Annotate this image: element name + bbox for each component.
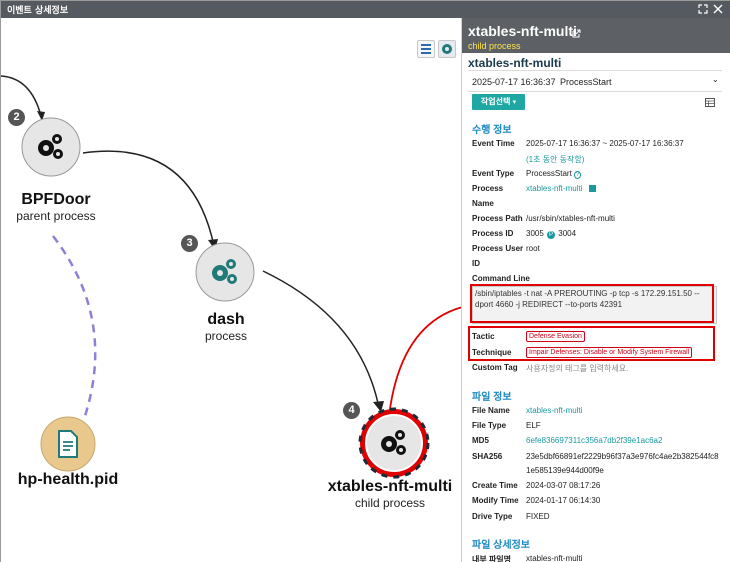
node-name: xtables-nft-multi xyxy=(327,478,453,495)
node-dash[interactable]: dash process xyxy=(176,311,276,343)
event-detail-window: 이벤트 상세정보 2 3 4 BPFDoor parent process da… xyxy=(0,0,730,562)
pid-value: 3005 xyxy=(526,229,544,238)
list-icon xyxy=(421,44,431,54)
node-name: hp-health.pid xyxy=(17,471,119,488)
highlight-tactic-technique xyxy=(468,326,715,361)
label-process-path: Process Path xyxy=(472,214,523,223)
value-process-user: root xyxy=(526,244,540,253)
label-event-time: Event Time xyxy=(472,139,515,148)
settings-button[interactable] xyxy=(438,40,456,58)
node-order-badge: 3 xyxy=(181,235,198,252)
process-link[interactable]: xtables-nft-multi xyxy=(526,184,582,193)
panel-heading: xtables-nft-multi xyxy=(468,56,562,70)
node-xtables-nft-multi[interactable]: xtables-nft-multi child process xyxy=(319,478,461,510)
highlight-command-line xyxy=(470,284,714,323)
value-process[interactable]: xtables-nft-multi xyxy=(526,184,596,193)
custom-tag-input[interactable]: 사용자정의 태그를 입력하세요. xyxy=(526,363,628,374)
work-select-button[interactable]: 작업선택 ▾ xyxy=(472,94,525,110)
event-select[interactable]: 2025-07-17 16:36:37 ProcessStart ⌄ xyxy=(468,73,722,91)
node-name: dash xyxy=(207,311,245,328)
value-process-path: /usr/sbin/xtables-nft-multi xyxy=(526,214,615,223)
parent-pid-icon: P xyxy=(547,231,556,239)
label-internal-name: 내부 파일명 xyxy=(472,555,512,562)
event-select-type: ProcessStart xyxy=(560,77,612,87)
event-type-text: ProcessStart xyxy=(526,169,572,178)
value-file-type: ELF xyxy=(526,421,541,430)
label-modify-time: Modify Time xyxy=(472,496,519,505)
ppid-value: 3004 xyxy=(558,229,577,238)
label-process: Process xyxy=(472,184,504,193)
value-file-name[interactable]: xtables-nft-multi xyxy=(526,406,582,415)
list-view-button[interactable] xyxy=(417,40,435,58)
close-icon[interactable] xyxy=(713,4,723,14)
node-role: parent process xyxy=(16,209,96,223)
node-role: child process xyxy=(354,496,426,510)
node-role: process xyxy=(204,329,248,343)
work-select-label: 작업선택 xyxy=(480,97,511,106)
node-name: BPFDoor xyxy=(21,191,91,208)
help-icon[interactable]: ? xyxy=(574,171,582,179)
section-title-file: 파일 정보 xyxy=(472,392,512,403)
label-name: Name xyxy=(472,199,494,208)
external-link-icon[interactable] xyxy=(572,29,581,38)
value-create-time: 2024-03-07 08:17:26 xyxy=(526,481,601,490)
value-internal-name: xtables-nft-multi xyxy=(526,554,583,562)
event-select-time: 2025-07-17 16:36:37 xyxy=(472,77,556,87)
gear-icon xyxy=(442,44,452,54)
node-hp-health-pid[interactable]: hp-health.pid xyxy=(1,471,135,489)
label-md5: MD5 xyxy=(472,436,489,445)
label-id: ID xyxy=(472,259,480,268)
section-title-exec: 수행 정보 xyxy=(472,125,512,136)
node-order-badge: 4 xyxy=(343,402,360,419)
table-icon[interactable] xyxy=(705,98,715,107)
panel-title: xtables-nft-multi xyxy=(468,23,577,39)
open-link-icon[interactable] xyxy=(588,185,596,193)
value-sha256-line1: 23e5dbf66891ef2229b96f37a3e976fc4ae2b382… xyxy=(526,452,719,461)
divider xyxy=(468,91,722,92)
value-modify-time: 2024-01-17 06:14:30 xyxy=(526,496,601,505)
panel-header: xtables-nft-multi child process xyxy=(462,18,730,53)
caret-down-icon: ▾ xyxy=(512,99,517,106)
chevron-down-icon: ⌄ xyxy=(712,75,719,84)
label-custom-tag: Custom Tag xyxy=(472,363,518,372)
value-process-id: 3005 P 3004 xyxy=(526,229,576,239)
label-process-user: Process User xyxy=(472,244,524,253)
label-process-id: Process ID xyxy=(472,229,514,238)
value-event-time: 2025-07-17 16:36:37 ~ 2025-07-17 16:36:3… xyxy=(526,139,684,148)
value-sha256-line2: 1e585139e944d00f9e xyxy=(526,466,604,475)
value-md5[interactable]: 6efe836697311c356a7db2f39e1ac6a2 xyxy=(526,436,662,445)
label-command-line: Command Line xyxy=(472,274,530,283)
node-order-badge: 2 xyxy=(8,109,25,126)
divider xyxy=(468,70,722,71)
label-file-type: File Type xyxy=(472,421,507,430)
file-icon xyxy=(58,430,78,458)
section-title-file-detail: 파일 상세정보 xyxy=(472,540,530,551)
label-create-time: Create Time xyxy=(472,481,518,490)
duration-note: (1초 동안 동작함) xyxy=(526,155,585,164)
process-graph[interactable]: 2 3 4 BPFDoor parent process dash proces… xyxy=(1,18,461,562)
value-drive-type: FIXED xyxy=(526,512,550,521)
window-titlebar: 이벤트 상세정보 xyxy=(1,1,730,18)
value-event-type: ProcessStart ? xyxy=(526,169,582,179)
node-bpfdoor[interactable]: BPFDoor parent process xyxy=(1,191,111,223)
edge-dash-xtables xyxy=(262,270,380,409)
maximize-icon[interactable] xyxy=(698,4,708,14)
label-file-name: File Name xyxy=(472,406,510,415)
annotation-arrow xyxy=(388,306,461,417)
label-drive-type: Drive Type xyxy=(472,512,513,521)
label-event-type: Event Type xyxy=(472,169,515,178)
panel-subtitle: child process xyxy=(468,41,521,51)
window-title: 이벤트 상세정보 xyxy=(7,6,69,16)
label-sha256: SHA256 xyxy=(472,452,503,461)
edge-bpfdoor-file xyxy=(52,235,97,417)
